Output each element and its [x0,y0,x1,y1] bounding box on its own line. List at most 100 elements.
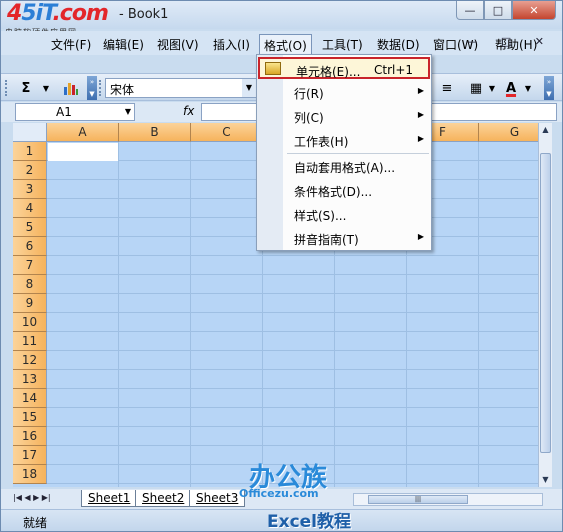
grid-line [47,293,551,294]
submenu-arrow-icon: ▶ [417,232,424,241]
menu-item-row[interactable]: 行(R) ▶ [258,81,430,103]
logo-part-c: .com [52,1,108,26]
grid-line [190,142,191,487]
active-cell-a1[interactable] [48,143,118,161]
row-header[interactable]: 8 [13,275,47,294]
borders-icon[interactable]: ▦ [465,78,487,98]
row-header[interactable]: 13 [13,370,47,389]
logo-part-b: 5iT [21,1,53,26]
font-color-icon[interactable]: A [501,78,521,98]
menu-item-conditional-format[interactable]: 条件格式(D)... [258,179,430,201]
horizontal-scrollbar[interactable]: ||| [353,493,543,506]
menu-bar: 文件(F) 编辑(E) 视图(V) 插入(I) 格式(O) 工具(T) 数据(D… [1,31,562,55]
row-header[interactable]: 11 [13,332,47,351]
row-header[interactable]: 6 [13,237,47,256]
chevron-down-icon[interactable]: ▼ [242,79,256,97]
toolbar-options-icon[interactable]: » ▼ [544,76,554,100]
close-button[interactable]: ✕ [512,1,556,20]
sheet-tab-1[interactable]: Sheet1 [81,490,138,507]
watermark-caption: Excel教程 [267,512,352,532]
menu-item-cells[interactable]: 单元格(E)... Ctrl+1 [258,57,430,79]
grid-line [47,407,551,408]
sheet-nav-icons[interactable]: |◀ ◀ ▶ ▶| [13,493,51,502]
menu-format[interactable]: 格式(O) [259,34,312,54]
select-all-corner[interactable] [13,123,47,142]
menu-tools[interactable]: 工具(T) [318,34,367,54]
scroll-up-icon[interactable]: ▲ [539,123,552,137]
insert-function-icon[interactable]: fx [183,104,194,118]
status-text: 就绪 [23,516,48,530]
submenu-arrow-icon: ▶ [417,110,424,119]
toolbar-grip[interactable] [5,80,8,96]
column-header[interactable]: C [191,123,263,142]
logo-part-a: 4 [7,1,22,26]
autosum-dropdown-icon[interactable]: ▼ [41,78,51,98]
watermark-url: Officezu.com [239,487,319,500]
chevron-down-icon[interactable]: ▼ [122,104,134,120]
horizontal-scroll-thumb[interactable]: ||| [368,495,468,504]
row-header[interactable]: 10 [13,313,47,332]
menu-data[interactable]: 数据(D) [373,34,424,54]
font-name-select[interactable]: 宋体 ▼ [105,78,257,98]
scroll-down-icon[interactable]: ▼ [539,473,552,487]
row-header[interactable]: 7 [13,256,47,275]
row-header[interactable]: 16 [13,427,47,446]
menu-view[interactable]: 视图(V) [153,34,203,54]
grid-line [478,142,479,487]
menu-item-style[interactable]: 样式(S)... [258,203,430,225]
menu-insert[interactable]: 插入(I) [209,34,254,54]
column-header[interactable]: B [119,123,191,142]
grid-line [47,274,551,275]
toolbar-grip[interactable] [99,80,102,96]
submenu-arrow-icon: ▶ [417,86,424,95]
row-header[interactable]: 2 [13,161,47,180]
column-header[interactable]: A [47,123,119,142]
grid-line [118,142,119,487]
row-header[interactable]: 18 [13,465,47,484]
menu-item-autoformat[interactable]: 自动套用格式(A)... [258,155,430,177]
row-header[interactable]: 5 [13,218,47,237]
font-color-dropdown-icon[interactable]: ▼ [523,78,533,98]
row-header[interactable]: 17 [13,446,47,465]
menu-item-column[interactable]: 列(C) ▶ [258,105,430,127]
menu-separator [287,153,429,154]
grid-line [47,331,551,332]
row-header[interactable]: 14 [13,389,47,408]
sheet-tab-3[interactable]: Sheet3 [189,490,246,507]
excel-window: 45iT.com 电脑软硬件应用网 - Book1 — □ ✕ 文件(F) 编辑… [0,0,563,532]
sheet-tab-2[interactable]: Sheet2 [135,490,192,507]
grid-line [47,426,551,427]
font-name-value: 宋体 [110,83,135,97]
mdi-controls[interactable]: — □ ✕ [466,35,554,48]
autosum-button[interactable]: Σ [13,78,39,98]
grid-line [47,445,551,446]
grid-line [47,255,551,256]
toolbar-options-icon[interactable]: » ▼ [87,76,97,100]
format-cells-icon [265,62,281,75]
menu-edit[interactable]: 编辑(E) [99,34,148,54]
row-header[interactable]: 9 [13,294,47,313]
vertical-scrollbar[interactable]: ▲ ▼ [538,123,552,487]
shortcut-label: Ctrl+1 [374,63,414,77]
chart-icon[interactable] [59,78,83,98]
minimize-button[interactable]: — [456,1,484,20]
row-header[interactable]: 15 [13,408,47,427]
window-title: - Book1 [119,7,169,22]
row-header[interactable]: 3 [13,180,47,199]
name-box-value: A1 [56,105,72,119]
borders-dropdown-icon[interactable]: ▼ [487,78,497,98]
name-box[interactable]: A1 ▼ [15,103,135,121]
grid-line [47,369,551,370]
vertical-scroll-thumb[interactable] [540,153,551,453]
menu-file[interactable]: 文件(F) [47,34,95,54]
grid-line [47,388,551,389]
grid-line [47,312,551,313]
menu-item-phonetic-guide[interactable]: 拼音指南(T) ▶ [258,227,430,249]
row-header[interactable]: 4 [13,199,47,218]
row-header[interactable]: 1 [13,142,47,161]
align-right-icon[interactable]: ≡ [437,78,457,98]
maximize-button[interactable]: □ [484,1,512,20]
window-controls: — □ ✕ [456,1,556,20]
menu-item-sheet[interactable]: 工作表(H) ▶ [258,129,430,151]
row-header[interactable]: 12 [13,351,47,370]
